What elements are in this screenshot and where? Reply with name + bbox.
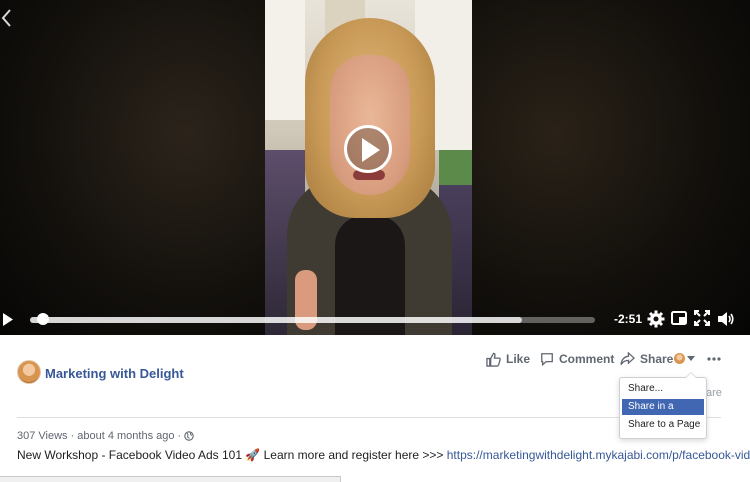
back-chevron-icon[interactable] [0,8,14,30]
globe-icon [184,431,194,441]
page-name-link[interactable]: Marketing with Delight [45,366,184,381]
video-blurred-background-left [0,0,265,335]
video-blurred-background-right [472,0,750,335]
player-controls: -2:51 [0,306,750,333]
fullscreen-icon[interactable] [694,310,712,328]
menu-item-share[interactable]: Share... [622,381,704,397]
comment-button[interactable]: Comment [540,351,614,367]
description-link[interactable]: https://marketingwithdelight.mykajabi.co… [447,448,750,462]
comment-bubble-icon [541,353,553,366]
picture-in-picture-icon[interactable] [671,310,689,328]
audience-selector[interactable] [674,352,698,366]
menu-item-share-in-group[interactable]: Share in a Group [622,399,704,428]
obscured-share-text: are [706,387,722,399]
post-time[interactable]: about 4 months ago [77,430,174,442]
post-meta: 307 Views · about 4 months ago · [17,430,194,442]
like-thumb-icon [486,352,501,367]
like-button[interactable]: Like [486,351,530,367]
time-remaining: -2:51 [614,312,643,326]
progress-scrubber-handle[interactable] [37,313,50,325]
share-dropdown-menu: Share... Share in a Group Share to a Pag… [619,372,707,439]
meta-separator: · [177,430,182,442]
progress-bar[interactable] [30,317,595,323]
view-count: 307 Views [17,430,68,442]
share-label: Share [640,352,674,366]
volume-icon[interactable] [717,310,735,328]
description-text: New Workshop - Facebook Video Ads 101 🚀 … [17,448,447,462]
audience-avatar [674,353,685,364]
like-label: Like [506,352,531,366]
menu-item-share-to-page[interactable]: Share to a Page [622,417,704,433]
meta-separator: · [70,430,75,442]
share-arrow-icon [620,352,635,365]
settings-gear-icon[interactable] [647,310,665,328]
play-overlay-icon[interactable] [344,125,392,173]
comment-label: Comment [559,352,615,366]
video-player[interactable]: -2:51 [0,0,750,335]
more-options-icon[interactable] [707,352,721,364]
browser-status-bar [0,476,341,482]
progress-buffered [30,317,522,323]
audience-chevron-icon [687,356,695,361]
divider [17,417,721,418]
post-description: New Workshop - Facebook Video Ads 101 🚀 … [17,448,750,462]
share-button[interactable]: Share [620,351,673,367]
play-icon[interactable] [2,312,16,327]
avatar[interactable] [17,360,41,384]
